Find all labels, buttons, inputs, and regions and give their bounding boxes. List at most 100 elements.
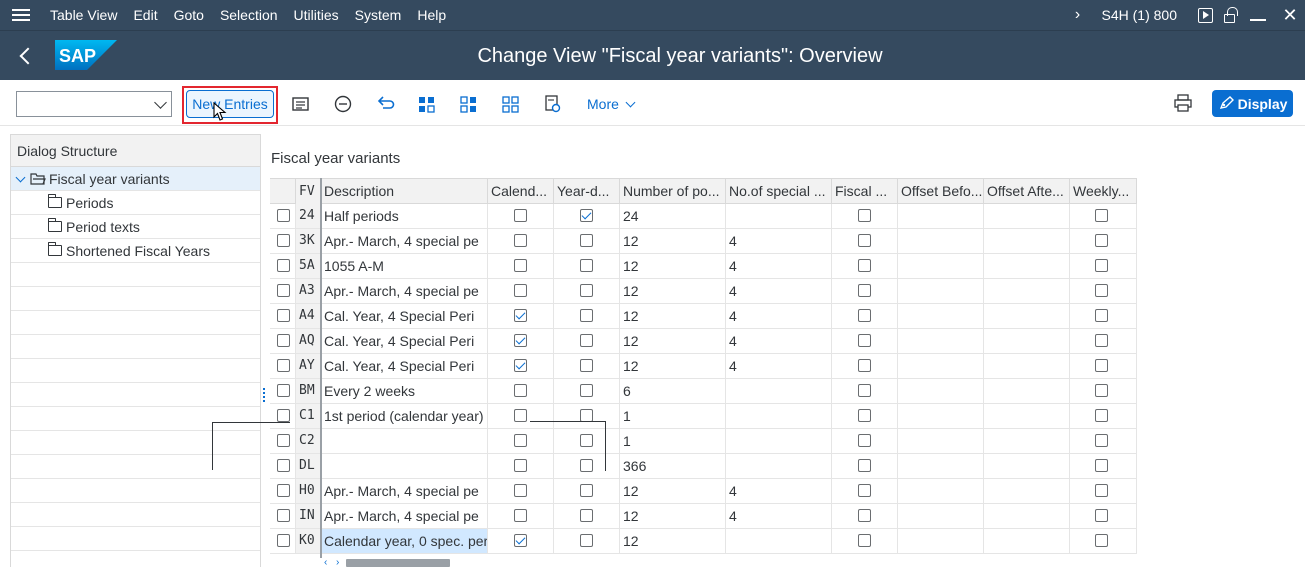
cell-fiscal[interactable]: [832, 504, 898, 528]
cell-number-of-periods[interactable]: 12: [620, 504, 726, 528]
tree-item-period-texts[interactable]: Period texts: [11, 215, 260, 239]
cell-fiscal[interactable]: [832, 254, 898, 278]
cell-description[interactable]: Apr.- March, 4 special pe: [321, 479, 488, 503]
row-selector[interactable]: [270, 429, 296, 453]
row-select-checkbox[interactable]: [277, 209, 290, 222]
cell-weekly[interactable]: [1070, 504, 1137, 528]
cell-weekly[interactable]: [1070, 379, 1137, 403]
cell-offset-after[interactable]: [984, 279, 1070, 303]
row-select-checkbox[interactable]: [277, 459, 290, 472]
cell-description[interactable]: [321, 429, 488, 453]
row-selector[interactable]: [270, 304, 296, 328]
fiscal-checkbox[interactable]: [858, 334, 871, 347]
cell-special-periods[interactable]: [726, 379, 832, 403]
cell-special-periods[interactable]: 4: [726, 479, 832, 503]
calendar-year-checkbox[interactable]: [514, 434, 527, 447]
cell-fiscal[interactable]: [832, 379, 898, 403]
row-select-checkbox[interactable]: [277, 434, 290, 447]
back-arrow-icon[interactable]: [14, 43, 40, 69]
cell-offset-before[interactable]: [898, 254, 984, 278]
cell-offset-before[interactable]: [898, 379, 984, 403]
cell-description[interactable]: Cal. Year, 4 Special Peri: [321, 329, 488, 353]
column-header-calendar[interactable]: Calend...: [488, 179, 554, 204]
row-selector[interactable]: [270, 254, 296, 278]
fiscal-checkbox[interactable]: [858, 359, 871, 372]
scrollbar-thumb[interactable]: [346, 559, 450, 567]
column-header-special-periods[interactable]: No.of special ...: [726, 179, 832, 204]
year-dependent-checkbox[interactable]: [580, 509, 593, 522]
cell-calendar-year[interactable]: [488, 204, 554, 228]
calendar-year-checkbox[interactable]: [514, 359, 527, 372]
cell-offset-after[interactable]: [984, 429, 1070, 453]
tree-item-shortened-fiscal-years[interactable]: Shortened Fiscal Years: [11, 239, 260, 263]
menu-utilities[interactable]: Utilities: [286, 0, 347, 30]
cell-special-periods[interactable]: [726, 429, 832, 453]
table-row[interactable]: H0 Apr.- March, 4 special pe 12 4: [270, 479, 1137, 504]
cell-fiscal[interactable]: [832, 204, 898, 228]
cell-description[interactable]: Calendar year, 0 spec. per: [321, 529, 488, 553]
cell-weekly[interactable]: [1070, 229, 1137, 253]
cell-fiscal[interactable]: [832, 279, 898, 303]
row-select-checkbox[interactable]: [277, 259, 290, 272]
cell-weekly[interactable]: [1070, 404, 1137, 428]
command-input[interactable]: [17, 92, 147, 116]
calendar-year-checkbox[interactable]: [514, 409, 527, 422]
undo-icon[interactable]: [375, 94, 395, 114]
weekly-checkbox[interactable]: [1095, 434, 1108, 447]
row-selector[interactable]: [270, 404, 296, 428]
cell-offset-after[interactable]: [984, 329, 1070, 353]
cell-number-of-periods[interactable]: 12: [620, 354, 726, 378]
cell-special-periods[interactable]: 4: [726, 229, 832, 253]
row-select-checkbox[interactable]: [277, 234, 290, 247]
cell-special-periods[interactable]: [726, 529, 832, 553]
cell-calendar-year[interactable]: [488, 529, 554, 553]
cell-weekly[interactable]: [1070, 354, 1137, 378]
configure-icon[interactable]: [543, 94, 563, 114]
cell-offset-before[interactable]: [898, 479, 984, 503]
year-dependent-checkbox[interactable]: [580, 384, 593, 397]
table-row[interactable]: A4 Cal. Year, 4 Special Peri 12 4: [270, 304, 1137, 329]
fiscal-checkbox[interactable]: [858, 459, 871, 472]
column-header-year-dependent[interactable]: Year-d...: [554, 179, 620, 204]
cell-calendar-year[interactable]: [488, 304, 554, 328]
cell-number-of-periods[interactable]: 12: [620, 329, 726, 353]
table-row[interactable]: BM Every 2 weeks 6: [270, 379, 1137, 404]
cell-offset-before[interactable]: [898, 429, 984, 453]
row-selector[interactable]: [270, 204, 296, 228]
cell-fiscal[interactable]: [832, 529, 898, 553]
cell-description[interactable]: 1055 A-M: [321, 254, 488, 278]
cell-number-of-periods[interactable]: 24: [620, 204, 726, 228]
cell-offset-before[interactable]: [898, 329, 984, 353]
cell-fiscal[interactable]: [832, 304, 898, 328]
table-row[interactable]: DL 366: [270, 454, 1137, 479]
row-selector[interactable]: [270, 504, 296, 528]
column-header-number-of-periods[interactable]: Number of po...: [620, 179, 726, 204]
column-header-offset-after[interactable]: Offset Afte...: [984, 179, 1070, 204]
cell-offset-after[interactable]: [984, 454, 1070, 478]
fiscal-checkbox[interactable]: [858, 534, 871, 547]
cell-fiscal[interactable]: [832, 329, 898, 353]
weekly-checkbox[interactable]: [1095, 209, 1108, 222]
cell-offset-before[interactable]: [898, 354, 984, 378]
column-header-weekly[interactable]: Weekly...: [1070, 179, 1137, 204]
chevron-right-icon[interactable]: ›: [1068, 6, 1088, 24]
cell-offset-before[interactable]: [898, 204, 984, 228]
row-selector[interactable]: [270, 479, 296, 503]
column-header-offset-before[interactable]: Offset Befo...: [898, 179, 984, 204]
cell-description[interactable]: Apr.- March, 4 special pe: [321, 279, 488, 303]
year-dependent-checkbox[interactable]: [580, 434, 593, 447]
cell-number-of-periods[interactable]: 12: [620, 254, 726, 278]
weekly-checkbox[interactable]: [1095, 409, 1108, 422]
table-row[interactable]: 5A 1055 A-M 12 4: [270, 254, 1137, 279]
menu-selection[interactable]: Selection: [212, 0, 286, 30]
cell-fiscal[interactable]: [832, 429, 898, 453]
row-selector[interactable]: [270, 379, 296, 403]
weekly-checkbox[interactable]: [1095, 534, 1108, 547]
weekly-checkbox[interactable]: [1095, 484, 1108, 497]
fiscal-checkbox[interactable]: [858, 209, 871, 222]
unlock-icon[interactable]: [1217, 0, 1241, 30]
cell-offset-after[interactable]: [984, 379, 1070, 403]
weekly-checkbox[interactable]: [1095, 284, 1108, 297]
calendar-year-checkbox[interactable]: [514, 209, 527, 222]
row-select-checkbox[interactable]: [277, 409, 290, 422]
